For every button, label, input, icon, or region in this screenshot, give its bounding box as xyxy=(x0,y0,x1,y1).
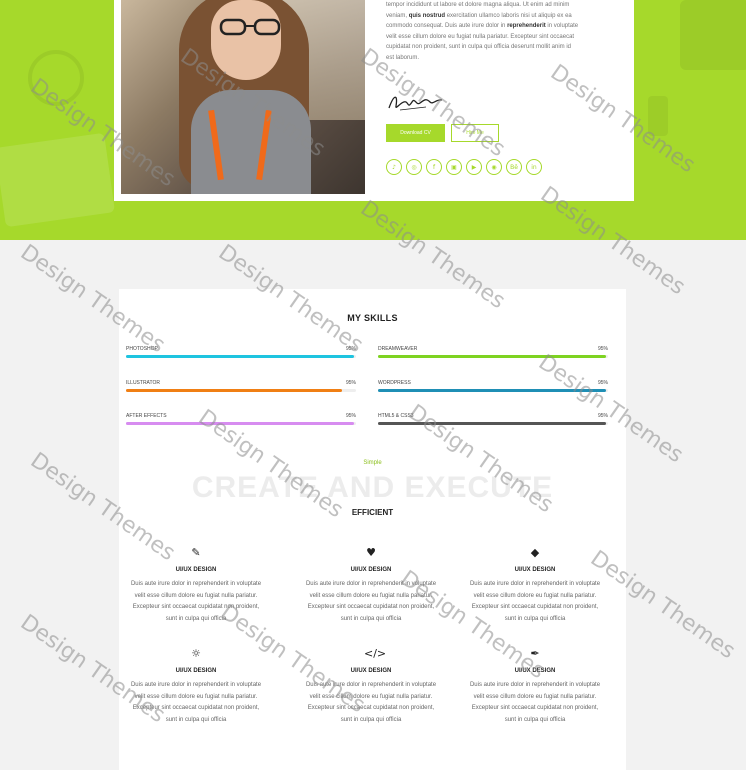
skill-label: AFTER EFFECTS xyxy=(126,413,167,419)
bio-text: tempor incididunt ut labore et dolore ma… xyxy=(386,0,614,63)
feature-title: UI/UX DESIGN xyxy=(514,567,556,573)
feature-item: ♥ UI/UX DESIGN Duis aute irure dolor in re… xyxy=(291,546,451,625)
bio-line: commodo consequat. Duis aute irure dolor… xyxy=(386,23,579,29)
skills-title: MY SKILLS xyxy=(347,313,398,323)
feature-description: Duis aute irure dolor in reprehenderit i… xyxy=(130,682,262,723)
section-subtitle: EFFICIENT xyxy=(351,508,394,517)
dribbble-icon[interactable]: ◎ xyxy=(406,159,422,175)
skill-percent: 95% xyxy=(345,413,356,419)
profile-photo xyxy=(121,0,365,194)
social-links: ♪ ◎ f ▣ ▶ ◉ Bē in xyxy=(386,159,542,175)
bio-line: velit esse cillum dolore eu fugiat nulla… xyxy=(386,33,575,40)
feature-description: Duis aute irure dolor in reprehenderit i… xyxy=(305,581,437,622)
eyedropper-icon: ✒ xyxy=(530,647,540,660)
skill-label: HTML5 & CSS3 xyxy=(378,413,414,419)
instagram-icon[interactable]: ◉ xyxy=(486,159,502,175)
feature-title: UI/UX DESIGN xyxy=(175,567,217,573)
decor-keyboard xyxy=(0,132,116,228)
decor-object xyxy=(648,96,668,136)
facebook-icon[interactable]: f xyxy=(426,159,442,175)
skill-fill xyxy=(126,355,354,358)
skill-percent: 95% xyxy=(345,346,356,352)
lightbulb-icon: ☼ xyxy=(191,647,201,660)
feature-item: ◆ UI/UX DESIGN Duis aute irure dolor in re… xyxy=(455,546,615,625)
section-tagline: Simple xyxy=(363,460,382,466)
feature-description: Duis aute irure dolor in reprehenderit i… xyxy=(469,581,601,622)
music-icon[interactable]: ♪ xyxy=(386,159,402,175)
profile-card: tempor incididunt ut labore et dolore ma… xyxy=(114,0,634,201)
feature-description: Duis aute irure dolor in reprehenderit i… xyxy=(469,682,601,723)
decor-book xyxy=(680,0,746,70)
feature-item: </> UI/UX DESIGN Duis aute irure dolor in … xyxy=(291,647,451,726)
skill-label: WORDPRESS xyxy=(378,380,411,386)
skill-fill xyxy=(126,389,343,392)
feature-item: ☼ UI/UX DESIGN Duis aute irure dolor in re… xyxy=(116,647,276,726)
bio-line: est laborum. xyxy=(386,54,420,61)
skill-track xyxy=(378,389,608,392)
hire-me-button[interactable]: Hire Me xyxy=(451,124,499,142)
youtube-icon[interactable]: ▶ xyxy=(466,159,482,175)
skill-fill xyxy=(378,355,606,358)
feature-description: Duis aute irure dolor in reprehenderit i… xyxy=(305,682,437,723)
skill-percent: 95% xyxy=(345,380,356,386)
skill-label: PHOTOSHOP xyxy=(126,346,158,352)
decor-cup xyxy=(28,50,84,106)
pencil-icon: ✎ xyxy=(191,546,201,559)
skill-track xyxy=(126,389,356,392)
tags-icon: ◆ xyxy=(530,546,540,559)
feature-item: ✎ UI/UX DESIGN Duis aute irure dolor in re… xyxy=(116,546,276,625)
feature-title: UI/UX DESIGN xyxy=(350,668,392,674)
skill-label: DREAMWEAVER xyxy=(378,346,418,352)
hero-section: tempor incididunt ut labore et dolore ma… xyxy=(0,0,746,240)
feature-item: ✒ UI/UX DESIGN Duis aute irure dolor in re… xyxy=(455,647,615,726)
skill-percent: 95% xyxy=(597,413,608,419)
skill-percent: 95% xyxy=(597,380,608,386)
feature-title: UI/UX DESIGN xyxy=(514,668,556,674)
skill-fill xyxy=(126,422,354,425)
flickr-icon[interactable]: ▣ xyxy=(446,159,462,175)
skill-fill xyxy=(378,422,606,425)
skill-percent: 95% xyxy=(597,346,608,352)
bio-line: cupidatat non proident, sunt in culpa qu… xyxy=(386,44,572,50)
skill-track xyxy=(126,355,356,358)
signature-image xyxy=(388,96,443,111)
skill-fill xyxy=(378,389,606,392)
download-cv-button[interactable]: Download CV xyxy=(386,124,445,142)
behance-icon[interactable]: Bē xyxy=(506,159,522,175)
skill-track xyxy=(378,422,608,425)
feature-title: UI/UX DESIGN xyxy=(350,567,392,573)
skill-label: ILLUSTRATOR xyxy=(126,380,160,386)
linkedin-icon[interactable]: in xyxy=(526,159,542,175)
skill-track xyxy=(126,422,356,425)
skill-track xyxy=(378,355,608,358)
bio-line: veniam, quis nostrud exercitation ullamc… xyxy=(386,12,572,19)
bio-line: tempor incididunt ut labore et dolore ma… xyxy=(386,2,570,8)
feature-title: UI/UX DESIGN xyxy=(175,668,217,674)
code-icon: </> xyxy=(364,647,387,660)
heart-icon: ♥ xyxy=(366,546,376,559)
section-background-title: CREATE AND EXECUTE xyxy=(191,471,554,504)
feature-description: Duis aute irure dolor in reprehenderit i… xyxy=(130,581,262,622)
skills-card: MY SKILLS PHOTOSHOP 95% DREAMWEAVER 95% ILLU… xyxy=(119,289,626,770)
